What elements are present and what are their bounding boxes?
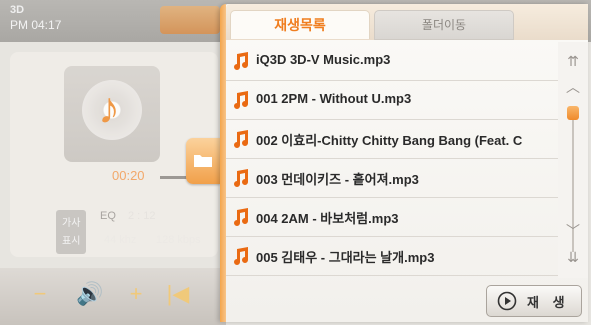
playlist: iQ3D 3D-V Music.mp3 001 2PM - Without U.… [226,42,558,278]
folder-icon [194,155,212,167]
panel-handle[interactable] [186,138,220,184]
music-note-icon [234,91,248,109]
playlist-item[interactable]: 005 김태우 - 그대라는 날개.mp3 [226,237,558,276]
music-note-icon [234,52,248,70]
eq-value: 2 : 12 [128,210,156,222]
music-note-icon [234,247,248,265]
music-note-icon: ♪ [98,84,120,133]
playlist-item[interactable]: 003 먼데이키즈 - 흩어져.mp3 [226,159,558,198]
music-note-icon [234,208,248,226]
playlist-item[interactable]: 002 이효리-Chitty Chitty Bang Bang (Feat. C [226,120,558,159]
playlist-item[interactable]: iQ3D 3D-V Music.mp3 [226,42,558,81]
track-title: 004 2AM - 바보처럼.mp3 [256,211,399,226]
tab-playlist[interactable]: 재생목록 [230,10,370,39]
play-button[interactable]: 재 생 [486,285,582,317]
scroll-bottom-icon[interactable]: ⇊ [564,248,582,266]
playlist-item[interactable]: 004 2AM - 바보처럼.mp3 [226,198,558,237]
playlist-item[interactable]: 001 2PM - Without U.mp3 [226,81,558,120]
status-time: PM 04:17 [10,18,62,32]
scroll-up-icon[interactable]: ︿ [564,78,582,96]
track-title: 002 이효리-Chitty Chitty Bang Bang (Feat. C [256,133,523,148]
volume-down-icon[interactable]: − [20,278,60,310]
track-title: 003 먼데이키즈 - 흩어져.mp3 [256,172,419,187]
scroll-down-icon[interactable]: ﹀ [564,222,582,240]
album-art: ♪ [64,66,160,162]
previous-icon[interactable]: |◀ [158,278,198,310]
sample-rate: 44 khz [104,234,137,246]
eq-label: EQ [100,210,116,222]
track-title: 001 2PM - Without U.mp3 [256,91,412,106]
scroll-thumb[interactable] [567,106,579,120]
bitrate: 128 kbps [156,234,201,246]
music-note-icon [234,169,248,187]
scroll-top-icon[interactable]: ⇈ [564,52,582,70]
music-note-icon [234,130,248,148]
tab-folder-move[interactable]: 폴더이동 [374,10,514,40]
track-title: iQ3D 3D-V Music.mp3 [256,52,391,67]
volume-up-icon[interactable]: + [116,278,156,310]
status-mode: 3D [10,4,25,16]
lyrics-label-top: 가사 [62,218,81,229]
elapsed-time: 00:20 [112,168,145,183]
lyrics-label-bottom: 표시 [62,236,81,247]
play-button-label: 재 생 [527,295,570,310]
play-circle-icon [497,291,517,311]
speaker-icon[interactable]: 🔊 [70,278,110,310]
track-title: 005 김태우 - 그대라는 날개.mp3 [256,250,435,265]
scrollbar[interactable]: ⇈ ︿ ﹀ ⇊ [558,42,588,278]
status-tab[interactable] [160,6,220,34]
